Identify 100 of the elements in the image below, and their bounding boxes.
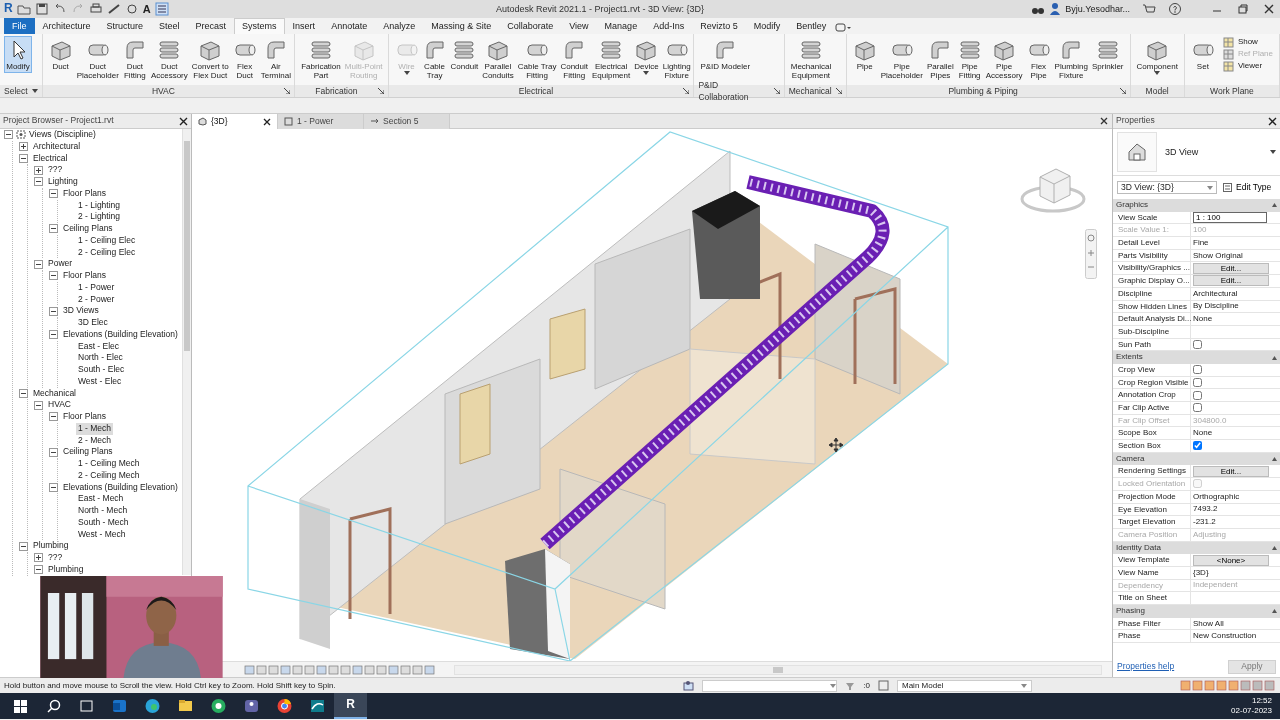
tree-item[interactable]: Elevations (Building Elevation) — [61, 481, 180, 494]
checkbox[interactable] — [1193, 403, 1202, 413]
ribbon-button[interactable]: Mechanical Equipment — [788, 36, 834, 82]
launcher-icon[interactable] — [835, 88, 842, 94]
ribbon-button[interactable]: Duct Accessory — [148, 36, 190, 82]
collapse-icon[interactable] — [19, 153, 28, 163]
tree-item[interactable]: East - Mech — [76, 493, 126, 505]
ribbon-button[interactable]: Parallel Pipes — [925, 36, 956, 82]
launcher-icon[interactable] — [683, 88, 690, 94]
print-icon[interactable] — [88, 2, 103, 16]
ribbon-tab[interactable]: Analyze — [375, 18, 424, 34]
caret-icon[interactable] — [1270, 150, 1276, 154]
tree-item[interactable]: 2 - Ceiling Mech — [76, 469, 142, 482]
tree-item[interactable]: Power — [46, 258, 75, 270]
ribbon-tab[interactable]: Systems — [234, 18, 285, 34]
tree-item[interactable]: 1 - Ceiling Mech — [76, 458, 142, 470]
collapse-icon[interactable] — [49, 412, 58, 422]
document-tab[interactable]: {3D} — [192, 114, 278, 129]
tree-item[interactable]: 2 - Power — [76, 293, 117, 306]
close-icon[interactable] — [1100, 117, 1108, 125]
collapse-icon[interactable] — [34, 565, 43, 575]
expand-icon[interactable] — [34, 553, 43, 563]
tree-item[interactable]: ??? — [46, 164, 65, 176]
ribbon-button[interactable]: Duct Fitting — [120, 36, 149, 82]
close-icon[interactable] — [179, 116, 188, 126]
collapse-icon[interactable] — [49, 447, 58, 457]
close-icon[interactable] — [1268, 116, 1277, 126]
collapse-icon[interactable] — [49, 189, 58, 199]
tree-item[interactable]: Floor Plans — [61, 270, 108, 282]
tree-item[interactable]: 2 - Ceiling Elec — [76, 246, 138, 259]
tree-item[interactable]: Views (Discipline) — [27, 129, 98, 141]
collapse-icon[interactable] — [34, 177, 43, 187]
close-icon[interactable] — [263, 117, 271, 126]
ribbon-button[interactable]: Pipe Placeholder — [878, 36, 925, 82]
launcher-icon[interactable] — [773, 88, 780, 94]
panel-toggle-icon[interactable] — [834, 21, 853, 34]
model-dropdown[interactable]: Main Model — [897, 679, 1032, 692]
ribbon-tab[interactable]: Collaborate — [499, 18, 562, 34]
ribbon-button[interactable]: Duct Placeholder — [74, 36, 121, 82]
collapse-icon[interactable] — [49, 224, 58, 234]
launcher-icon[interactable] — [284, 88, 291, 94]
tree-item[interactable]: Floor Plans — [61, 187, 108, 200]
ribbon-button[interactable]: Set — [1188, 36, 1217, 73]
tree-item[interactable]: West - Elec — [76, 375, 124, 388]
expand-icon[interactable] — [19, 142, 28, 152]
edit-button[interactable]: Edit... — [1193, 275, 1269, 287]
ribbon-button[interactable]: Duct — [46, 36, 75, 73]
tree-item[interactable]: Electrical — [31, 152, 70, 165]
launcher-icon[interactable] — [1119, 88, 1126, 94]
ribbon-button[interactable]: Modify — [4, 36, 32, 73]
collapse-icon[interactable] — [19, 541, 28, 551]
checkbox[interactable] — [1193, 377, 1202, 387]
collapse-icon[interactable] — [1272, 457, 1277, 462]
type-name[interactable]: 3D View — [1165, 146, 1262, 158]
ribbon-button[interactable]: Component — [1134, 36, 1180, 77]
cart-icon[interactable] — [1142, 2, 1156, 16]
list-icon[interactable] — [154, 2, 169, 16]
ribbon-button[interactable]: Conduit — [448, 36, 481, 73]
ribbon-button[interactable]: P&ID Modeler — [698, 36, 753, 73]
ribbon-button[interactable]: Cable Tray — [420, 36, 449, 82]
user-name[interactable]: Byju.Yesodhar... — [1065, 3, 1130, 15]
collapse-icon[interactable] — [49, 271, 58, 281]
checkbox[interactable] — [1193, 365, 1202, 375]
ribbon-button[interactable]: Viewer — [1220, 60, 1275, 72]
ribbon-button[interactable]: Fabrication Part — [299, 36, 343, 82]
tree-item[interactable]: 3D Views — [61, 305, 101, 317]
document-tab[interactable]: 1 - Power — [278, 114, 364, 129]
collapse-icon[interactable] — [49, 330, 58, 340]
tree-item[interactable]: 2 - Mech — [76, 434, 114, 447]
tree-item[interactable]: Ceiling Plans — [61, 223, 115, 235]
ribbon-tab[interactable]: Structure — [98, 18, 152, 34]
ribbon-button[interactable]: Pipe — [850, 36, 879, 73]
tree-item[interactable]: Mechanical — [31, 387, 78, 400]
ribbon-tab[interactable]: Annotate — [323, 18, 376, 34]
ribbon-button[interactable]: Show — [1220, 36, 1275, 48]
restore-icon[interactable] — [1236, 2, 1250, 16]
collapse-icon[interactable] — [34, 400, 43, 410]
tree-item[interactable]: 1 - Lighting — [76, 199, 123, 212]
ribbon-button[interactable]: Lighting Fixture — [660, 36, 693, 82]
edit-type-button[interactable]: Edit Type — [1221, 182, 1274, 193]
horizontal-scrollbar[interactable] — [454, 664, 1102, 675]
ribbon-tab[interactable]: File — [4, 18, 35, 34]
ribbon-button[interactable]: Flex Pipe — [1024, 36, 1053, 82]
ribbon-tab[interactable]: Manage — [596, 18, 646, 34]
collapse-icon[interactable] — [19, 388, 28, 398]
ribbon-tab[interactable]: Architecture — [34, 18, 99, 34]
launcher-icon[interactable] — [377, 88, 384, 94]
tree-item[interactable]: 1 - Mech — [76, 422, 114, 435]
ribbon-button[interactable]: Cable Tray Fitting — [515, 36, 559, 82]
selection-tools-drawing[interactable] — [1180, 680, 1276, 691]
tree-item[interactable]: 1 - Power — [76, 281, 117, 294]
ribbon-button[interactable]: Device — [632, 36, 661, 77]
tree-item[interactable]: 1 - Ceiling Elec — [76, 234, 138, 247]
tree-item[interactable]: South - Elec — [76, 364, 127, 376]
ribbon-button[interactable]: Conduit Fitting — [558, 36, 590, 82]
ribbon-button[interactable]: Flex Duct — [230, 36, 259, 82]
scrollbar-thumb[interactable] — [773, 666, 783, 673]
caret-icon[interactable] — [31, 89, 38, 93]
ruler-icon[interactable] — [106, 2, 121, 16]
ribbon-button[interactable]: Electrical Equipment — [590, 36, 633, 82]
